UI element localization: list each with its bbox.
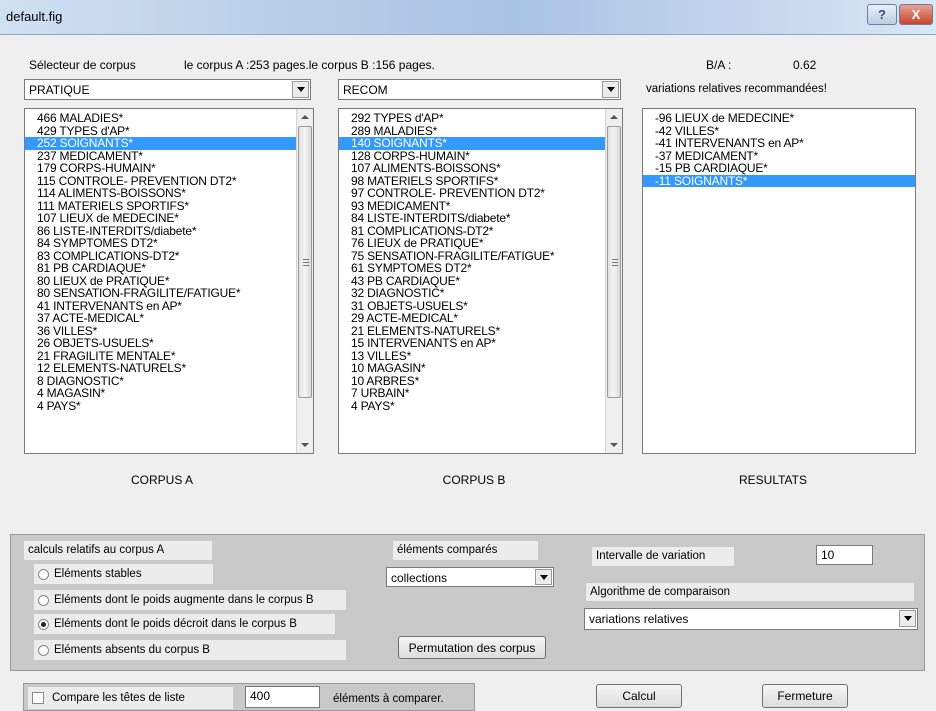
title-bar: default.fig ? X: [0, 0, 936, 35]
corpus-b-items: 292 TYPES d'AP* 289 MALADIES* 140 SOIGNANT…: [339, 109, 622, 412]
radio-icon[interactable]: [38, 618, 49, 630]
list-item[interactable]: 84 LISTE-INTERDITS/diabete*: [339, 212, 622, 225]
radio-decrease-label: Eléments dont le poids décroit dans le c…: [54, 618, 297, 630]
grip-icon: [303, 259, 309, 266]
chevron-down-icon[interactable]: [602, 81, 619, 98]
list-item[interactable]: 466 MALADIES*: [25, 112, 313, 125]
scroll-up-icon[interactable]: [301, 115, 309, 119]
list-item[interactable]: 4 MAGASIN*: [25, 387, 313, 400]
list-item[interactable]: 179 CORPS-HUMAIN*: [25, 162, 313, 175]
algorithm-value: variations relatives: [589, 612, 689, 626]
scroll-thumb[interactable]: [298, 126, 312, 398]
radio-icon[interactable]: [38, 568, 49, 580]
list-item[interactable]: 12 ELEMENTS-NATURELS*: [25, 362, 313, 375]
list-item[interactable]: 80 SENSATION-FRAGILITE/FATIGUE*: [25, 287, 313, 300]
checkbox-icon[interactable]: [32, 692, 44, 704]
calculate-button[interactable]: Calcul: [596, 684, 682, 708]
corpus-a-select[interactable]: PRATIQUE: [24, 79, 311, 100]
interval-input[interactable]: 10: [816, 545, 873, 565]
app-window: default.fig ? X Sélecteur de corpus le c…: [0, 0, 936, 711]
chevron-down-icon[interactable]: [292, 81, 309, 98]
chevron-down-icon[interactable]: [899, 610, 916, 627]
scroll-thumb[interactable]: [607, 126, 621, 398]
compared-elements-label: éléments comparés: [393, 541, 538, 560]
radio-decrease[interactable]: Eléments dont le poids décroit dans le c…: [34, 614, 335, 634]
list-item[interactable]: 107 ALIMENTS-BOISSONS*: [339, 162, 622, 175]
radio-stable[interactable]: Eléments stables: [34, 564, 213, 584]
corpus-b-scrollbar[interactable]: [605, 109, 622, 453]
element-count-input[interactable]: 400: [245, 686, 320, 708]
radio-absent-label: Eléments absents du corpus B: [54, 644, 210, 656]
corpus-a-items: 466 MALADIES* 429 TYPES d'AP* 252 SOIGNANT…: [25, 109, 313, 412]
list-item[interactable]: 292 TYPES d'AP*: [339, 112, 622, 125]
corpus-a-caption: CORPUS A: [130, 473, 193, 487]
list-item[interactable]: 81 PB CARDIAQUE*: [25, 262, 313, 275]
corpus-b-select[interactable]: RECOM: [338, 79, 621, 100]
corpus-b-select-value: RECOM: [343, 83, 388, 97]
compared-elements-select[interactable]: collections: [386, 567, 554, 587]
help-button[interactable]: ?: [867, 4, 897, 25]
corpus-a-scrollbar[interactable]: [296, 109, 313, 453]
compare-heads-checkbox[interactable]: Compare les têtes de liste: [28, 687, 233, 709]
scroll-down-icon[interactable]: [301, 443, 309, 447]
compare-heads-label: Compare les têtes de liste: [52, 692, 185, 704]
close-window-button[interactable]: X: [899, 4, 933, 25]
results-caption: RESULTATS: [738, 473, 807, 487]
corpus-info-text: le corpus A :253 pages.le corpus B :156 …: [184, 58, 435, 72]
list-item[interactable]: 37 ACTE-MEDICAL*: [25, 312, 313, 325]
corpus-a-list[interactable]: 466 MALADIES* 429 TYPES d'AP* 252 SOIGNANT…: [24, 108, 314, 454]
list-item[interactable]: -96 LIEUX de MEDECINE*: [643, 112, 915, 125]
list-item[interactable]: 29 ACTE-MEDICAL*: [339, 312, 622, 325]
radio-stable-label: Eléments stables: [54, 568, 142, 580]
list-item[interactable]: 107 LIEUX de MEDECINE*: [25, 212, 313, 225]
radio-icon[interactable]: [38, 644, 49, 656]
list-item[interactable]: -15 PB CARDIAQUE*: [643, 162, 915, 175]
list-item[interactable]: 4 PAYS*: [339, 399, 622, 413]
results-list[interactable]: -96 LIEUX de MEDECINE* -42 VILLES* -41 INT…: [642, 108, 916, 454]
radio-increase-label: Eléments dont le poids augmente dans le …: [54, 594, 314, 606]
results-items: -96 LIEUX de MEDECINE* -42 VILLES* -41 INT…: [643, 109, 915, 187]
compared-elements-value: collections: [391, 571, 448, 585]
list-item[interactable]: 15 INTERVENANTS en AP*: [339, 337, 622, 350]
interval-label: Intervalle de variation: [592, 547, 734, 566]
list-item[interactable]: 32 DIAGNOSTIC*: [339, 287, 622, 300]
scroll-down-icon[interactable]: [610, 443, 618, 447]
count-suffix-label: éléments à comparer.: [333, 693, 444, 705]
list-item[interactable]: 252 SOIGNANTS*: [25, 137, 313, 150]
corpus-b-caption: CORPUS B: [442, 473, 506, 487]
permute-corpus-button[interactable]: Permutation des corpus: [398, 636, 546, 659]
radio-increase[interactable]: Eléments dont le poids augmente dans le …: [34, 590, 346, 610]
algorithm-label: Algorithme de comparaison: [586, 583, 914, 601]
corpus-selector-label: Sélecteur de corpus: [29, 58, 136, 72]
radio-icon[interactable]: [38, 594, 49, 606]
list-item[interactable]: 10 MAGASIN*: [339, 362, 622, 375]
list-item[interactable]: 4 PAYS*: [25, 399, 313, 413]
corpus-b-list[interactable]: 292 TYPES d'AP* 289 MALADIES* 140 SOIGNANT…: [338, 108, 623, 454]
list-item[interactable]: 84 SYMPTOMES DT2*: [25, 237, 313, 250]
ratio-label: B/A :: [706, 58, 732, 72]
scroll-up-icon[interactable]: [610, 115, 618, 119]
radio-absent[interactable]: Eléments absents du corpus B: [34, 640, 346, 660]
list-item[interactable]: 26 OBJETS-USUELS*: [25, 337, 313, 350]
list-item[interactable]: -41 INTERVENANTS en AP*: [643, 137, 915, 150]
list-item[interactable]: -11 SOIGNANTS*: [643, 174, 915, 187]
list-item[interactable]: 97 CONTROLE- PREVENTION DT2*: [339, 187, 622, 200]
window-title: default.fig: [6, 9, 63, 24]
list-item[interactable]: 140 SOIGNANTS*: [339, 137, 622, 150]
recommendation-text: variations relatives recommandées!: [646, 83, 827, 95]
algorithm-select[interactable]: variations relatives: [584, 608, 918, 630]
grip-icon: [612, 259, 618, 266]
list-item[interactable]: 61 SYMPTOMES DT2*: [339, 262, 622, 275]
close-button[interactable]: Fermeture: [762, 684, 848, 708]
help-icon: ?: [878, 7, 886, 22]
close-icon: X: [911, 7, 921, 22]
list-item[interactable]: 7 URBAIN*: [339, 387, 622, 400]
list-item[interactable]: 114 ALIMENTS-BOISSONS*: [25, 187, 313, 200]
chevron-down-icon[interactable]: [535, 569, 552, 585]
corpus-a-select-value: PRATIQUE: [29, 83, 90, 97]
ratio-value: 0.62: [793, 58, 817, 72]
calc-relative-label: calculs relatifs au corpus A: [24, 541, 212, 560]
list-item[interactable]: 76 LIEUX de PRATIQUE*: [339, 237, 622, 250]
